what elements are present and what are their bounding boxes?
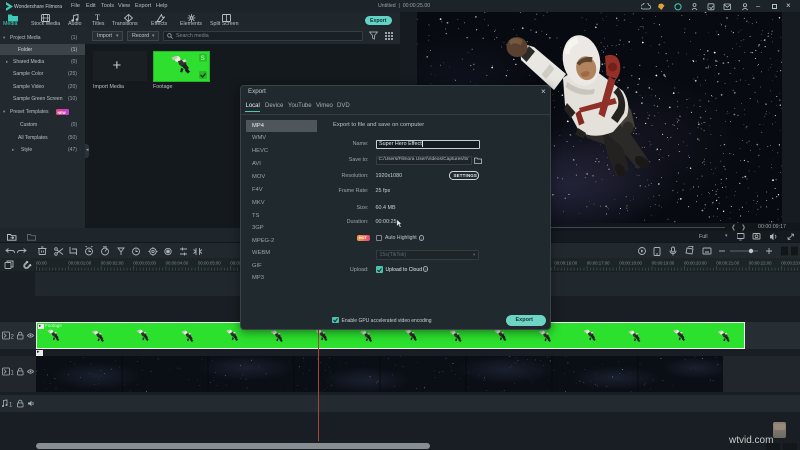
svg-text:00:00:19:00: 00:00:19:00: [652, 261, 675, 266]
svg-text:00:00:05:00: 00:00:05:00: [198, 261, 221, 266]
svg-text:00:00:03:00: 00:00:03:00: [133, 261, 156, 266]
svg-text:2: 2: [11, 335, 15, 341]
svg-text:00:00:20:00: 00:00:20:00: [684, 261, 707, 266]
svg-text:00:00:04:00: 00:00:04:00: [166, 261, 189, 266]
svg-text:00:00:22:00: 00:00:22:00: [749, 261, 772, 266]
svg-text:00:00: 00:00: [36, 261, 47, 266]
svg-text:00:00:18:00: 00:00:18:00: [619, 261, 642, 266]
svg-text:00:00:17:00: 00:00:17:00: [587, 261, 610, 266]
svg-text:1: 1: [9, 403, 13, 409]
svg-text:1: 1: [11, 371, 15, 377]
svg-text:00:00:23:00: 00:00:23:00: [781, 261, 800, 266]
svg-text:00:00:02:00: 00:00:02:00: [101, 261, 124, 266]
svg-text:00:00:16:00: 00:00:16:00: [554, 261, 577, 266]
svg-text:S: S: [201, 56, 205, 62]
svg-text:00:00:01:00: 00:00:01:00: [68, 261, 91, 266]
svg-text:00:00:21:00: 00:00:21:00: [716, 261, 739, 266]
